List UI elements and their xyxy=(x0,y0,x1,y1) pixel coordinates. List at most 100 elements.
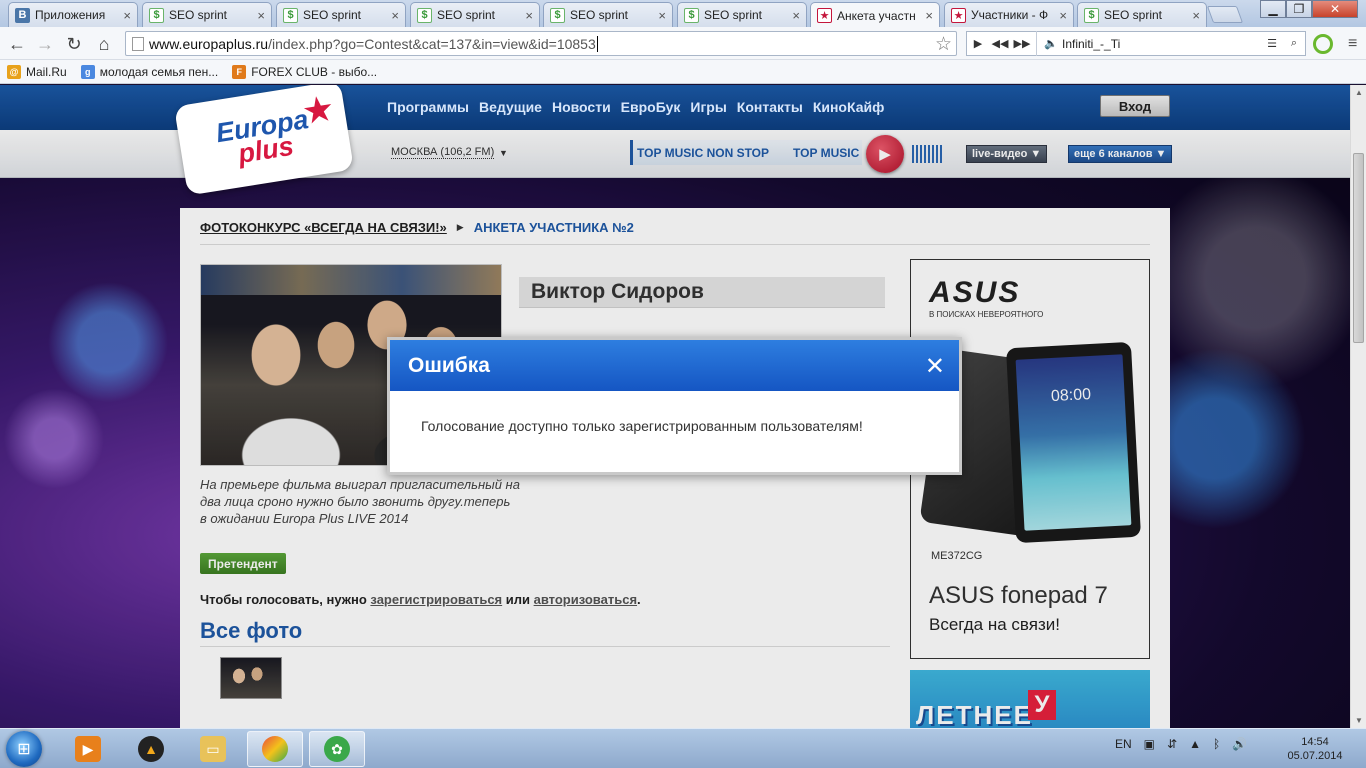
tab-seosprint-2[interactable]: $ SEO sprint × xyxy=(276,2,406,27)
taskbar-aimp[interactable]: ▲ xyxy=(123,731,179,767)
network-icon[interactable]: ⇵ xyxy=(1167,737,1177,751)
europaplus-icon: ★ xyxy=(951,7,966,23)
divider xyxy=(1036,31,1037,56)
browser-tab-strip: В Приложения × $ SEO sprint × $ SEO spri… xyxy=(0,0,1366,28)
tab-seosprint-3[interactable]: $ SEO sprint × xyxy=(410,2,540,27)
volume-icon[interactable]: 🔊 xyxy=(1232,737,1247,751)
tab-participants[interactable]: ★ Участники - Ф × xyxy=(944,2,1074,27)
seosprint-icon: $ xyxy=(149,7,164,23)
nav-contacts[interactable]: Контакты xyxy=(737,99,803,115)
taskbar-icq[interactable]: ✿ xyxy=(309,731,365,767)
scrollbar-thumb[interactable] xyxy=(1353,153,1364,343)
windows-logo-icon: ⊞ xyxy=(17,741,31,758)
bookmark-mailru[interactable]: @ Mail.Ru xyxy=(7,64,67,79)
browser-menu-icon[interactable]: ≡ xyxy=(1348,35,1357,53)
seosprint-icon: $ xyxy=(417,7,432,23)
nav-eurobook[interactable]: ЕвроБук xyxy=(621,99,681,115)
error-dialog: Ошибка ✕ Голосование доступно только зар… xyxy=(387,337,962,475)
google-icon: g xyxy=(80,64,95,79)
browser-toolbar: ← → ↻ ⌂ www.europaplus.ru/index.php?go=C… xyxy=(0,27,1366,60)
taskbar-chrome[interactable] xyxy=(247,731,303,767)
icq-flower-icon: ✿ xyxy=(324,736,350,762)
close-icon[interactable]: × xyxy=(792,8,800,23)
bluetooth-icon[interactable]: ᛒ xyxy=(1213,737,1220,751)
window-close-button[interactable]: ✕ xyxy=(1312,0,1358,18)
dialog-title: Ошибка xyxy=(408,353,490,377)
dialog-header: Ошибка xyxy=(390,340,959,391)
nav-programs[interactable]: Программы xyxy=(387,99,469,115)
system-clock[interactable]: 14:54 05.07.2014 xyxy=(1284,735,1346,763)
forward-arrow-icon[interactable]: → xyxy=(34,33,56,55)
tab-contest-profile[interactable]: ★ Анкета участн × xyxy=(810,2,940,28)
nav-hosts[interactable]: Ведущие xyxy=(479,99,542,115)
tab-title: SEO sprint xyxy=(169,8,228,22)
bookmark-star-icon[interactable]: ☆ xyxy=(935,33,952,56)
tab-vk-apps[interactable]: В Приложения × xyxy=(8,2,138,27)
search-icon[interactable]: ⌕ xyxy=(1283,37,1305,50)
mailru-icon: @ xyxy=(7,64,21,79)
playlist-icon[interactable]: ☰ xyxy=(1261,37,1283,50)
vk-icon: В xyxy=(15,7,30,23)
taskbar-media-player[interactable]: ▶ xyxy=(60,731,116,767)
close-icon[interactable]: × xyxy=(123,8,131,23)
bookmark-label: FOREX CLUB - выбо... xyxy=(251,64,378,79)
language-indicator[interactable]: EN xyxy=(1115,737,1132,751)
back-arrow-icon[interactable]: ← xyxy=(6,33,28,55)
extension-icon[interactable] xyxy=(1313,34,1333,54)
play-icon[interactable]: ▶ xyxy=(967,37,989,50)
close-icon[interactable]: × xyxy=(525,8,533,23)
reload-icon[interactable]: ↻ xyxy=(63,33,85,55)
nav-kinokaif[interactable]: КиноКайф xyxy=(813,99,885,115)
tab-seosprint-5[interactable]: $ SEO sprint × xyxy=(677,2,807,27)
bookmark-forex-club[interactable]: F FOREX CLUB - выбо... xyxy=(232,64,378,79)
scroll-down-icon[interactable]: ▼ xyxy=(1355,716,1363,725)
home-icon[interactable]: ⌂ xyxy=(93,33,115,55)
tab-seosprint-6[interactable]: $ SEO sprint × xyxy=(1077,2,1207,27)
nav-news[interactable]: Новости xyxy=(552,99,611,115)
close-icon[interactable]: × xyxy=(1059,8,1067,23)
start-button[interactable]: ⊞ xyxy=(6,731,42,767)
dialog-message: Голосование доступно только зарегистриро… xyxy=(421,418,863,434)
page-icon xyxy=(132,36,144,51)
europaplus-icon: ★ xyxy=(817,8,832,23)
seosprint-icon: $ xyxy=(684,7,699,23)
star-icon: ★ xyxy=(298,86,338,133)
notes-icon[interactable]: ▣ xyxy=(1144,737,1155,751)
tab-title: SEO sprint xyxy=(1104,8,1163,22)
tab-title: Участники - Ф xyxy=(971,8,1049,22)
taskbar-explorer[interactable]: ▭ xyxy=(185,731,241,767)
next-icon[interactable]: ▶▶ xyxy=(1011,37,1033,50)
close-icon[interactable]: × xyxy=(391,8,399,23)
maximize-button[interactable]: ❐ xyxy=(1286,0,1312,18)
bookmark-label: Mail.Ru xyxy=(26,64,67,79)
minimize-button[interactable]: ▁ xyxy=(1260,0,1286,18)
close-icon[interactable]: × xyxy=(1192,8,1200,23)
system-tray: EN ▣ ⇵ ▲ ᛒ 🔊 xyxy=(1115,737,1259,751)
close-icon[interactable]: × xyxy=(257,8,265,23)
new-tab-button[interactable] xyxy=(1206,6,1244,23)
bookmarks-bar: @ Mail.Ru g молодая семья пен... F FOREX… xyxy=(0,60,1366,84)
bookmark-young-family[interactable]: g молодая семья пен... xyxy=(80,64,218,79)
tab-seosprint-4[interactable]: $ SEO sprint × xyxy=(543,2,673,27)
volume-icon[interactable]: 🔈 xyxy=(1040,37,1062,50)
tab-title: Приложения xyxy=(35,8,106,22)
media-player-extension: ▶ ◀◀ ▶▶ 🔈 Infiniti_-_Ti ☰ ⌕ xyxy=(966,31,1306,56)
main-navigation: Программы Ведущие Новости ЕвроБук Игры К… xyxy=(387,99,894,115)
close-icon[interactable]: × xyxy=(658,8,666,23)
address-bar[interactable]: www.europaplus.ru/index.php?go=Contest&c… xyxy=(125,31,957,56)
previous-icon[interactable]: ◀◀ xyxy=(989,37,1011,50)
player-track-title: Infiniti_-_Ti xyxy=(1062,36,1121,51)
show-hidden-icons[interactable]: ▲ xyxy=(1189,737,1201,751)
scroll-up-icon[interactable]: ▲ xyxy=(1355,88,1363,97)
text-caret xyxy=(596,35,598,52)
tab-seosprint-1[interactable]: $ SEO sprint × xyxy=(142,2,272,27)
nav-games[interactable]: Игры xyxy=(690,99,726,115)
windows-taskbar: ⊞ ▶ ▲ ▭ ✿ EN ▣ ⇵ ▲ ᛒ 🔊 14:54 05.07.2014 xyxy=(0,728,1366,768)
tab-title: SEO sprint xyxy=(437,8,496,22)
close-icon[interactable]: × xyxy=(925,8,933,23)
page-scrollbar[interactable]: ▲ ▼ xyxy=(1350,85,1366,728)
seosprint-icon: $ xyxy=(550,7,565,23)
clock-date: 05.07.2014 xyxy=(1287,750,1343,762)
browser-icon xyxy=(262,736,288,762)
close-icon[interactable]: ✕ xyxy=(925,352,945,381)
